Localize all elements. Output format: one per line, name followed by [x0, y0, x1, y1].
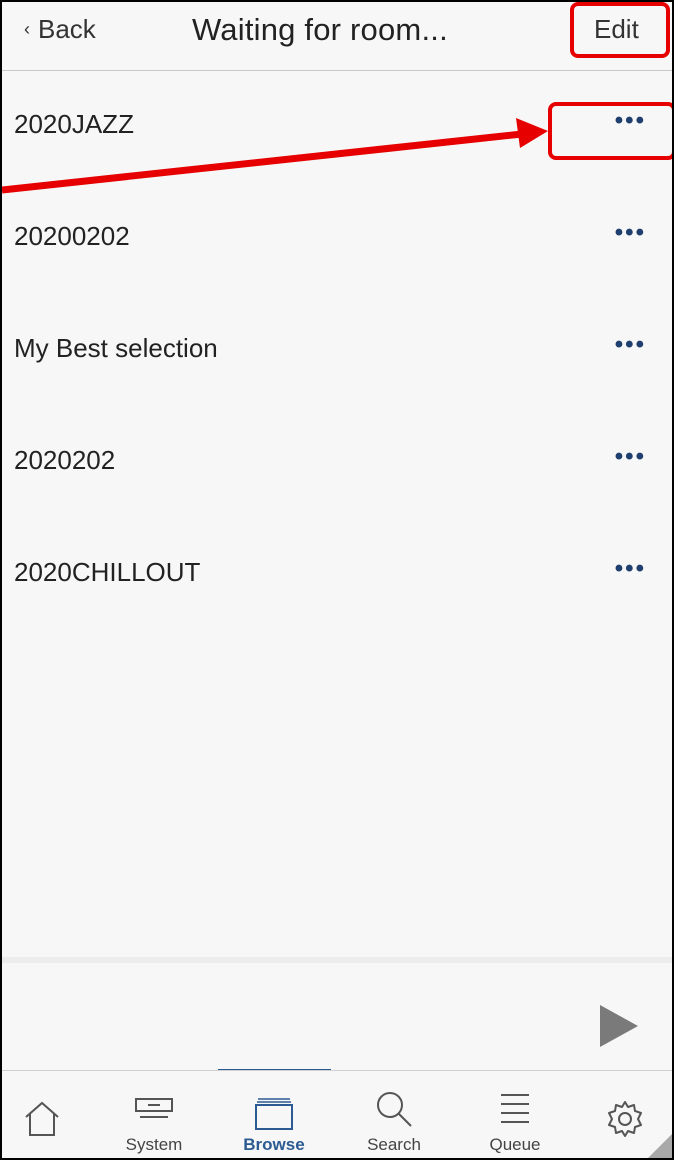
app-frame: ‹ Back Waiting for room... Edit 2020JAZZ…	[0, 0, 674, 1160]
tab-queue[interactable]: Queue	[470, 1071, 560, 1158]
tab-system[interactable]: System	[109, 1071, 199, 1158]
play-icon[interactable]	[600, 1005, 640, 1047]
more-options-icon[interactable]: •••	[615, 331, 646, 359]
list-item[interactable]: 2020202 •••	[2, 407, 672, 519]
playlist-name: My Best selection	[14, 333, 218, 363]
tab-home[interactable]	[2, 1071, 87, 1158]
corner-decoration	[648, 1134, 672, 1158]
playlist-name: 2020CHILLOUT	[14, 557, 201, 587]
tab-label: System	[125, 1135, 183, 1154]
list-item[interactable]: My Best selection •••	[2, 295, 672, 407]
playlist-name: 2020202	[14, 445, 116, 475]
playlist-name: 20200202	[14, 221, 130, 251]
tab-label: Browse	[243, 1135, 305, 1154]
settings-icon	[608, 1101, 642, 1137]
tab-label: Search	[367, 1135, 421, 1154]
annotation-arrow	[2, 118, 548, 194]
tab-label: Queue	[489, 1135, 541, 1154]
more-options-icon[interactable]: •••	[615, 443, 646, 471]
tab-browse[interactable]: Browse	[229, 1071, 319, 1158]
more-options-icon[interactable]: •••	[615, 555, 646, 583]
queue-icon	[501, 1094, 529, 1123]
system-icon	[135, 1098, 173, 1118]
tab-bar: System Browse Search Queue	[2, 1070, 672, 1158]
mini-player	[2, 957, 672, 1073]
home-icon	[25, 1101, 59, 1136]
browse-icon	[255, 1098, 293, 1130]
more-options-icon[interactable]: •••	[615, 219, 646, 247]
list-item[interactable]: 2020CHILLOUT •••	[2, 519, 672, 631]
search-icon	[377, 1092, 412, 1127]
tab-search[interactable]: Search	[349, 1071, 439, 1158]
